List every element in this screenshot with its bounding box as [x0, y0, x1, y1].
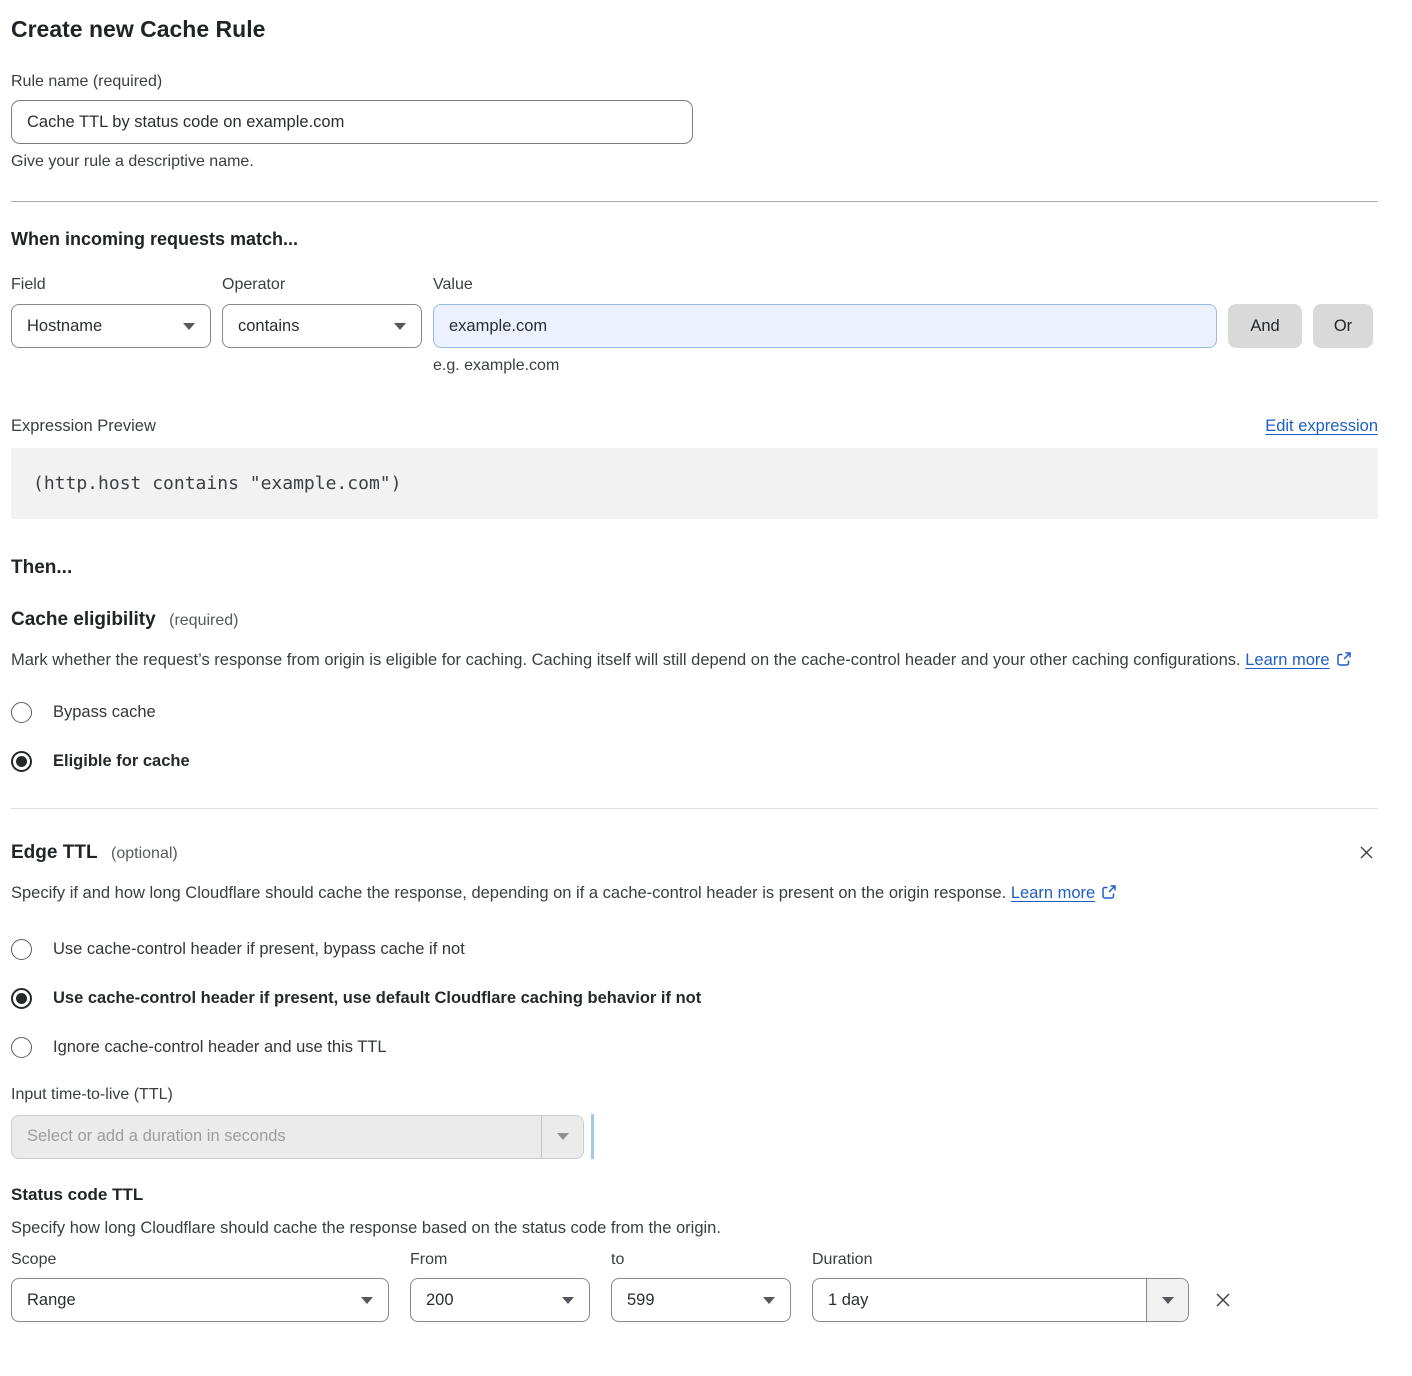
remove-status-ttl-button[interactable]: [1210, 1287, 1236, 1313]
cache-eligibility-description: Mark whether the request’s response from…: [11, 646, 1356, 676]
radio-option-bypass-cache[interactable]: Bypass cache: [11, 702, 1378, 723]
chevron-down-icon: [562, 1297, 574, 1304]
section-divider: [11, 808, 1378, 809]
operator-label: Operator: [222, 276, 422, 294]
status-code-ttl-description: Specify how long Cloudflare should cache…: [11, 1219, 1378, 1238]
duration-arrow-button[interactable]: [1146, 1279, 1188, 1321]
edit-expression-link[interactable]: Edit expression: [1265, 417, 1378, 436]
radio-option-eligible-for-cache[interactable]: Eligible for cache: [11, 751, 1378, 772]
radio-option-use-header-bypass[interactable]: Use cache-control header if present, byp…: [11, 939, 1378, 960]
cache-eligibility-heading-row: Cache eligibility (required): [11, 609, 1378, 631]
operator-select[interactable]: contains: [222, 304, 422, 348]
status-controls-row: Range 200 599 1 day: [11, 1278, 1378, 1322]
radio-option-label: Ignore cache-control header and use this…: [53, 1038, 387, 1057]
expression-preview-label: Expression Preview: [11, 417, 156, 436]
radio-icon[interactable]: [11, 702, 32, 723]
scope-select-value: Range: [27, 1291, 76, 1310]
section-divider: [11, 201, 1378, 202]
status-labels-row: Scope From to Duration: [11, 1251, 1378, 1269]
value-label: Value: [433, 276, 1217, 294]
radio-icon[interactable]: [11, 988, 32, 1009]
value-input[interactable]: [433, 304, 1217, 348]
field-select[interactable]: Hostname: [11, 304, 211, 348]
edge-ttl-heading-row: Edge TTL (optional): [11, 841, 1378, 864]
duration-select[interactable]: 1 day: [812, 1278, 1189, 1322]
ttl-duration-select[interactable]: Select or add a duration in seconds: [11, 1115, 584, 1159]
focus-caret-bar: [591, 1114, 594, 1159]
radio-option-ignore-header[interactable]: Ignore cache-control header and use this…: [11, 1037, 1378, 1058]
edge-ttl-qualifier: (optional): [111, 845, 178, 862]
and-button[interactable]: And: [1228, 304, 1302, 348]
close-icon: [1357, 850, 1376, 865]
from-label: From: [410, 1251, 590, 1269]
edge-ttl-description: Specify if and how long Cloudflare shoul…: [11, 879, 1121, 909]
external-link-icon: [1101, 886, 1117, 904]
cache-eligibility-learn-more-link[interactable]: Learn more: [1245, 651, 1329, 669]
cache-eligibility-options: Bypass cache Eligible for cache: [11, 702, 1378, 772]
chevron-down-icon: [1162, 1297, 1174, 1304]
radio-icon[interactable]: [11, 1037, 32, 1058]
rule-name-label: Rule name (required): [11, 73, 1378, 91]
radio-icon[interactable]: [11, 751, 32, 772]
to-select[interactable]: 599: [611, 1278, 791, 1322]
field-label: Field: [11, 276, 211, 294]
cache-eligibility-description-text: Mark whether the request’s response from…: [11, 651, 1241, 669]
match-controls-row: Hostname contains And Or: [11, 304, 1378, 348]
chevron-down-icon: [361, 1297, 373, 1304]
scope-select[interactable]: Range: [11, 1278, 389, 1322]
match-heading: When incoming requests match...: [11, 229, 1378, 250]
chevron-down-icon: [394, 323, 406, 330]
rule-name-helper: Give your rule a descriptive name.: [11, 153, 1378, 171]
close-icon: [1212, 1299, 1234, 1314]
chevron-down-icon: [557, 1133, 569, 1140]
operator-select-value: contains: [238, 317, 299, 336]
duration-select-value: 1 day: [813, 1279, 1146, 1321]
edge-ttl-learn-more-link[interactable]: Learn more: [1011, 884, 1095, 902]
page-title: Create new Cache Rule: [11, 16, 1378, 43]
duration-label: Duration: [812, 1251, 1189, 1269]
chevron-down-icon: [183, 323, 195, 330]
chevron-down-icon: [763, 1297, 775, 1304]
value-helper: e.g. example.com: [433, 357, 1378, 375]
expression-preview-row: Expression Preview Edit expression: [11, 417, 1378, 436]
radio-option-label: Bypass cache: [53, 703, 156, 722]
create-cache-rule-form: Create new Cache Rule Rule name (require…: [11, 16, 1378, 1348]
ttl-duration-arrow-button[interactable]: [541, 1116, 583, 1158]
edge-ttl-description-text: Specify if and how long Cloudflare shoul…: [11, 884, 1006, 902]
radio-option-label: Use cache-control header if present, use…: [53, 989, 701, 1008]
edge-ttl-heading: Edge TTL: [11, 842, 98, 863]
then-heading: Then...: [11, 557, 1378, 579]
external-link-icon: [1336, 653, 1352, 671]
field-select-value: Hostname: [27, 317, 102, 336]
from-select[interactable]: 200: [410, 1278, 590, 1322]
cache-eligibility-qualifier: (required): [169, 612, 238, 629]
expression-code-block: (http.host contains "example.com"): [11, 448, 1378, 519]
ttl-input-label: Input time-to-live (TTL): [11, 1086, 1378, 1104]
status-code-ttl-heading: Status code TTL: [11, 1185, 1378, 1205]
scope-label: Scope: [11, 1251, 389, 1269]
ttl-input-row: Select or add a duration in seconds: [11, 1114, 1378, 1159]
match-labels-row: Field Operator Value: [11, 276, 1378, 294]
radio-option-use-header-default[interactable]: Use cache-control header if present, use…: [11, 988, 1378, 1009]
ttl-duration-placeholder: Select or add a duration in seconds: [12, 1116, 541, 1158]
edge-ttl-close-button[interactable]: [1355, 841, 1378, 864]
to-label: to: [611, 1251, 791, 1269]
from-select-value: 200: [426, 1291, 454, 1310]
or-button[interactable]: Or: [1313, 304, 1373, 348]
radio-icon[interactable]: [11, 939, 32, 960]
radio-option-label: Eligible for cache: [53, 752, 190, 771]
cache-eligibility-heading: Cache eligibility: [11, 609, 156, 630]
rule-name-input[interactable]: [11, 100, 693, 144]
radio-option-label: Use cache-control header if present, byp…: [53, 940, 465, 959]
to-select-value: 599: [627, 1291, 655, 1310]
edge-ttl-options: Use cache-control header if present, byp…: [11, 939, 1378, 1058]
